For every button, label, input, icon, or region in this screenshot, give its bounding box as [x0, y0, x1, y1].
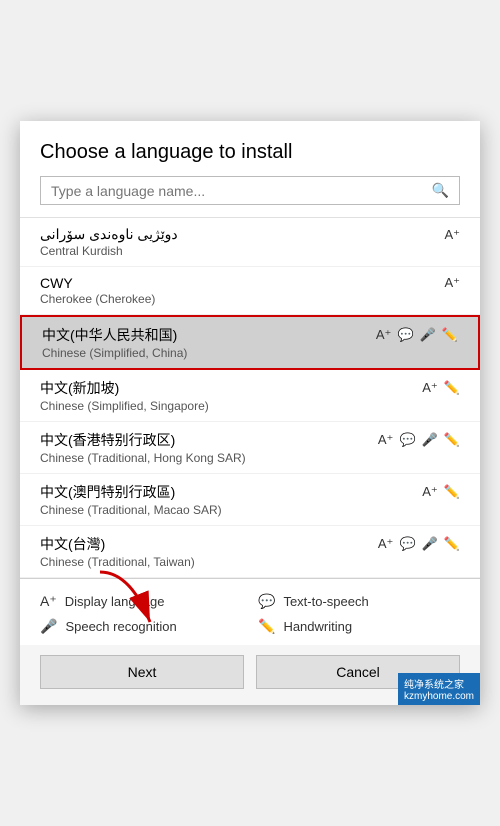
handwriting-icon: ✏️ [444, 380, 460, 396]
legend-display-language: A⁺ Display language [40, 593, 242, 610]
dialog-title: Choose a language to install [20, 121, 480, 176]
lang-native-text: 中文(中华人民共和国) [42, 325, 177, 345]
lang-english-text: Central Kurdish [40, 244, 460, 258]
lang-english-text: Chinese (Traditional, Hong Kong SAR) [40, 451, 460, 465]
list-item[interactable]: 中文(澳門特别行政區) A⁺ ✏️ Chinese (Traditional, … [20, 474, 480, 526]
font-icon: A⁺ [422, 380, 438, 396]
lang-native-text: 中文(香港特别行政区) [40, 430, 175, 450]
font-icon: A⁺ [444, 227, 460, 243]
list-item[interactable]: 中文(香港特别行政区) A⁺ 💬 🎤 ✏️ Chinese (Tradition… [20, 422, 480, 474]
lang-native-text: CWY [40, 275, 73, 291]
lang-icon-group: A⁺ 💬 🎤 ✏️ [378, 432, 460, 448]
watermark: 纯净系统之家 kzmyhome.com [398, 673, 480, 705]
lang-icon-group: A⁺ 💬 🎤 ✏️ [376, 327, 458, 343]
font-icon: A⁺ [378, 432, 394, 448]
mic-legend-icon: 🎤 [40, 618, 57, 635]
lang-english-text: Chinese (Simplified, Singapore) [40, 399, 460, 413]
language-install-dialog: Choose a language to install 🔍 دوێژیی نا… [20, 121, 480, 705]
handwriting-icon: ✏️ [444, 432, 460, 448]
list-item-selected[interactable]: 中文(中华人民共和国) A⁺ 💬 🎤 ✏️ Chinese (Simplifie… [20, 315, 480, 370]
legend-handwriting: ✏️ Handwriting [258, 618, 460, 635]
mic-icon: 🎤 [420, 327, 436, 343]
legend-speech-recognition: 🎤 Speech recognition [40, 618, 242, 635]
language-list: دوێژیی ناوەندی سۆرانی A⁺ Central Kurdish… [20, 217, 480, 578]
handwriting-icon: ✏️ [442, 327, 458, 343]
lang-native-text: 中文(澳門特别行政區) [40, 482, 175, 502]
lang-icon-group: A⁺ ✏️ [422, 380, 460, 396]
list-item[interactable]: دوێژیی ناوەندی سۆرانی A⁺ Central Kurdish [20, 218, 480, 267]
legend-display-label: Display language [65, 594, 165, 609]
legend-text-to-speech: 💬 Text-to-speech [258, 593, 460, 610]
legend-section: A⁺ Display language 💬 Text-to-speech 🎤 S… [20, 578, 480, 645]
font-icon: A⁺ [422, 484, 438, 500]
list-item[interactable]: 中文(台灣) A⁺ 💬 🎤 ✏️ Chinese (Traditional, T… [20, 526, 480, 578]
search-box[interactable]: 🔍 [40, 176, 460, 205]
speech-icon: 💬 [399, 536, 415, 552]
speech-icon: 💬 [399, 432, 415, 448]
lang-english-text: Cherokee (Cherokee) [40, 292, 460, 306]
font-legend-icon: A⁺ [40, 593, 57, 610]
font-icon: A⁺ [376, 327, 392, 343]
next-button[interactable]: Next [40, 655, 244, 689]
handwriting-icon: ✏️ [444, 536, 460, 552]
font-icon: A⁺ [378, 536, 394, 552]
legend-handwriting-label: Handwriting [283, 619, 352, 634]
lang-icon-group: A⁺ 💬 🎤 ✏️ [378, 536, 460, 552]
lang-icon-group: A⁺ [444, 275, 460, 291]
legend-speech-label: Speech recognition [65, 619, 176, 634]
mic-icon: 🎤 [422, 432, 438, 448]
lang-native-text: 中文(新加坡) [40, 378, 119, 398]
lang-english-text: Chinese (Traditional, Taiwan) [40, 555, 460, 569]
lang-icon-group: A⁺ ✏️ [422, 484, 460, 500]
list-item[interactable]: 中文(新加坡) A⁺ ✏️ Chinese (Simplified, Singa… [20, 370, 480, 422]
legend-tts-label: Text-to-speech [283, 594, 368, 609]
lang-icon-group: A⁺ [444, 227, 460, 243]
list-item[interactable]: CWY A⁺ Cherokee (Cherokee) [20, 267, 480, 315]
speech-icon: 💬 [397, 327, 413, 343]
speech-legend-icon: 💬 [258, 593, 275, 610]
handwriting-icon: ✏️ [444, 484, 460, 500]
search-icon: 🔍 [432, 182, 449, 199]
lang-english-text: Chinese (Traditional, Macao SAR) [40, 503, 460, 517]
lang-native-text: دوێژیی ناوەندی سۆرانی [40, 226, 178, 243]
search-input[interactable] [51, 183, 432, 199]
lang-native-text: 中文(台灣) [40, 534, 105, 554]
mic-icon: 🎤 [422, 536, 438, 552]
handwriting-legend-icon: ✏️ [258, 618, 275, 635]
font-icon: A⁺ [444, 275, 460, 291]
lang-english-text: Chinese (Simplified, China) [42, 346, 458, 360]
